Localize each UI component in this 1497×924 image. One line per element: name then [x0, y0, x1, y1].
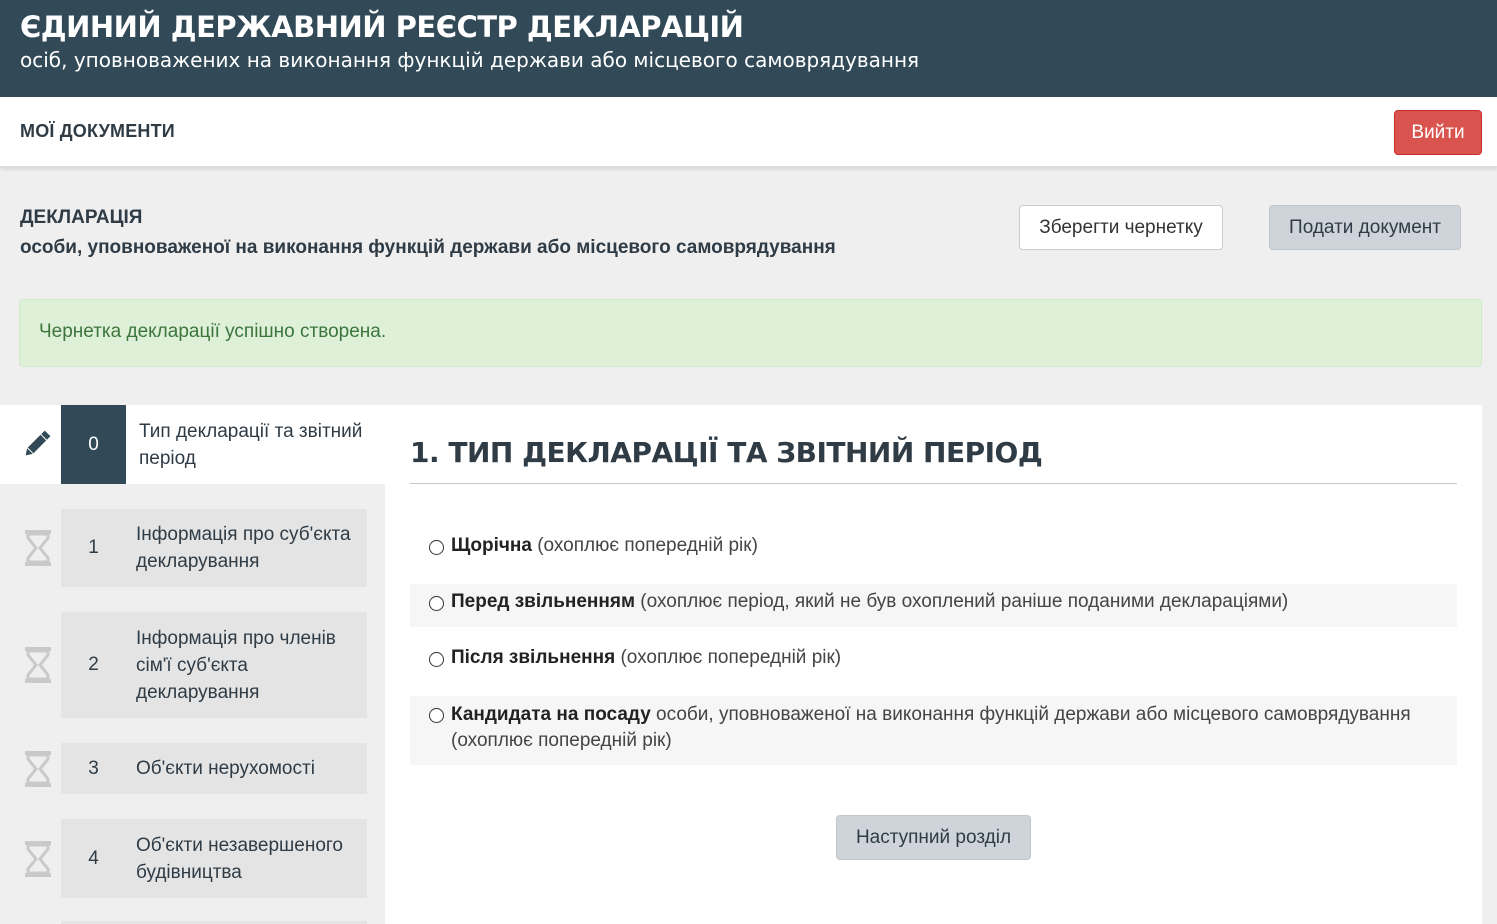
next-section-button[interactable]: Наступний розділ [836, 815, 1031, 860]
option-label: Після звільнення (охоплює попередній рік… [451, 647, 842, 668]
step-number: 2 [88, 654, 99, 675]
logout-button[interactable]: Вийти [1394, 110, 1482, 155]
step-number: 3 [88, 757, 99, 779]
option-label: Перед звільненням (охоплює період, який … [451, 591, 1289, 612]
sidebar-step-1[interactable]: 1 Інформація про суб'єкта декларування [61, 509, 367, 587]
step-label: Об'єкти незавершеного будівництва [136, 835, 343, 883]
step-number: 0 [61, 405, 126, 484]
site-subtitle: осіб, уповноважених на виконання функцій… [20, 48, 920, 72]
my-documents-link[interactable]: МОЇ ДОКУМЕНТИ [20, 121, 175, 142]
step-label: Тип декларації та звітний період [139, 421, 363, 469]
option-annual[interactable]: Щорічна (охоплює попередній рік) [410, 528, 1457, 567]
sidebar-step-3[interactable]: 3 Об'єкти нерухомості [61, 743, 367, 794]
radio-after-dismissal[interactable] [429, 652, 444, 667]
hourglass-icon [20, 749, 56, 789]
sidebar-step-4[interactable]: 4 Об'єкти незавершеного будівництва [61, 819, 367, 898]
radio-before-dismissal[interactable] [429, 596, 444, 611]
success-alert: Чернетка декларації успішно створена. [19, 299, 1482, 367]
submit-document-button[interactable]: Подати документ [1269, 205, 1461, 250]
step-label: Об'єкти нерухомості [136, 758, 315, 779]
section-title-text: ТИП ДЕКЛАРАЦІЇ ТА ЗВІТНИЙ ПЕРІОД [448, 436, 1043, 469]
step-label: Інформація про суб'єкта декларування [136, 524, 351, 572]
section-title: 1. ТИП ДЕКЛАРАЦІЇ ТА ЗВІТНИЙ ПЕРІОД [410, 436, 1043, 469]
declaration-heading: ДЕКЛАРАЦІЯ особи, уповноваженої на викон… [20, 204, 836, 264]
top-navbar: МОЇ ДОКУМЕНТИ Вийти [0, 97, 1497, 167]
option-label: Щорічна (охоплює попередній рік) [451, 535, 758, 556]
alert-message: Чернетка декларації успішно створена. [39, 321, 387, 342]
declaration-title: ДЕКЛАРАЦІЯ [20, 207, 143, 228]
option-candidate[interactable]: Кандидата на посаду особи, уповноваженої… [410, 696, 1457, 765]
option-label: Кандидата на посаду особи, уповноваженої… [451, 704, 1411, 751]
section-number: 1. [410, 436, 440, 469]
hourglass-icon [20, 528, 56, 568]
save-draft-button[interactable]: Зберегти чернетку [1019, 205, 1223, 250]
hourglass-icon [20, 645, 56, 685]
step-label: Інформація про членів сім'ї суб'єкта дек… [136, 628, 336, 703]
step-number: 4 [88, 847, 99, 869]
option-after-dismissal[interactable]: Після звільнення (охоплює попередній рік… [410, 640, 1457, 680]
site-banner: ЄДИНИЙ ДЕРЖАВНИЙ РЕЄСТР ДЕКЛАРАЦІЙ осіб,… [0, 0, 1497, 97]
title-divider [410, 483, 1457, 484]
pencil-icon [20, 427, 54, 466]
option-before-dismissal[interactable]: Перед звільненням (охоплює період, який … [410, 584, 1457, 627]
radio-annual[interactable] [429, 540, 444, 555]
sidebar-step-2[interactable]: 2 Інформація про членів сім'ї суб'єкта д… [61, 612, 367, 718]
radio-candidate[interactable] [429, 708, 444, 723]
step-number: 1 [88, 537, 99, 558]
site-title: ЄДИНИЙ ДЕРЖАВНИЙ РЕЄСТР ДЕКЛАРАЦІЙ [20, 10, 744, 44]
hourglass-icon [20, 839, 56, 879]
sidebar-step-0[interactable]: 0 Тип декларації та звітний період [0, 405, 385, 484]
declaration-subtitle: особи, уповноваженої на виконання функці… [20, 237, 836, 258]
